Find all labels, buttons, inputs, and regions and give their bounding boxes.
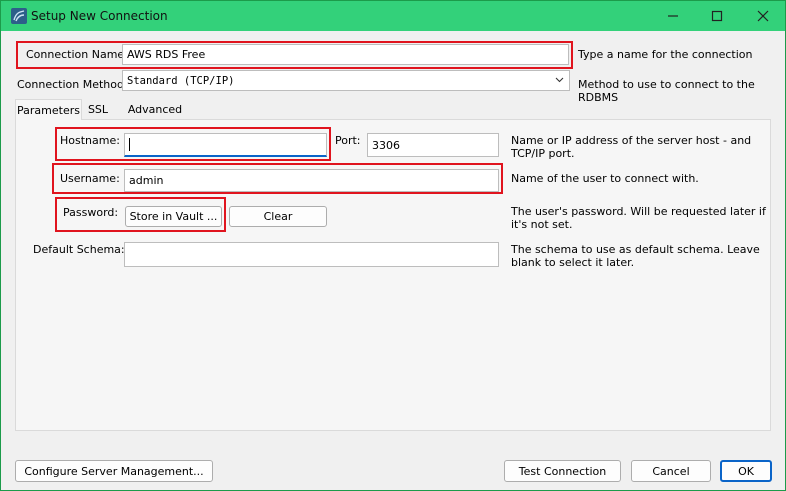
password-highlight	[55, 197, 226, 232]
hostname-hint: Name or IP address of the server host - …	[511, 134, 752, 160]
connection-method-select[interactable]: Standard (TCP/IP)	[122, 70, 570, 91]
window-title: Setup New Connection	[31, 9, 168, 23]
maximize-button[interactable]	[695, 1, 739, 31]
maximize-icon	[711, 10, 723, 22]
connection-method-label: Connection Method:	[17, 78, 128, 91]
default-schema-label: Default Schema:	[33, 243, 125, 256]
connection-method-hint: Method to use to connect to the RDBMS	[578, 78, 755, 104]
setup-connection-window: Setup New Connection Connection Name: AW…	[0, 0, 786, 491]
username-highlight	[52, 163, 503, 194]
clear-password-button[interactable]: Clear	[229, 206, 327, 227]
tab-ssl[interactable]: SSL	[82, 99, 114, 120]
ok-button[interactable]: OK	[720, 460, 772, 482]
close-button[interactable]	[741, 1, 785, 31]
hostname-highlight	[55, 127, 331, 161]
minimize-icon	[668, 15, 678, 17]
minimize-button[interactable]	[651, 1, 695, 31]
tab-advanced[interactable]: Advanced	[125, 99, 185, 120]
connection-method-value: Standard (TCP/IP)	[127, 74, 235, 87]
mysql-workbench-icon	[10, 7, 28, 25]
close-icon	[757, 10, 769, 22]
configure-server-management-button[interactable]: Configure Server Management...	[15, 460, 213, 482]
cancel-button[interactable]: Cancel	[631, 460, 711, 482]
connection-name-hint: Type a name for the connection	[578, 48, 753, 61]
default-schema-hint: The schema to use as default schema. Lea…	[511, 243, 760, 269]
port-label: Port:	[335, 134, 361, 147]
default-schema-input[interactable]	[124, 242, 499, 267]
test-connection-button[interactable]: Test Connection	[504, 460, 621, 482]
username-hint: Name of the user to connect with.	[511, 172, 699, 185]
password-hint: The user's password. Will be requested l…	[511, 205, 766, 231]
title-bar: Setup New Connection	[1, 1, 785, 31]
port-input[interactable]: 3306	[367, 133, 499, 157]
tab-parameters[interactable]: Parameters	[15, 99, 82, 120]
connection-name-highlight	[16, 41, 573, 69]
chevron-down-icon	[554, 74, 565, 88]
